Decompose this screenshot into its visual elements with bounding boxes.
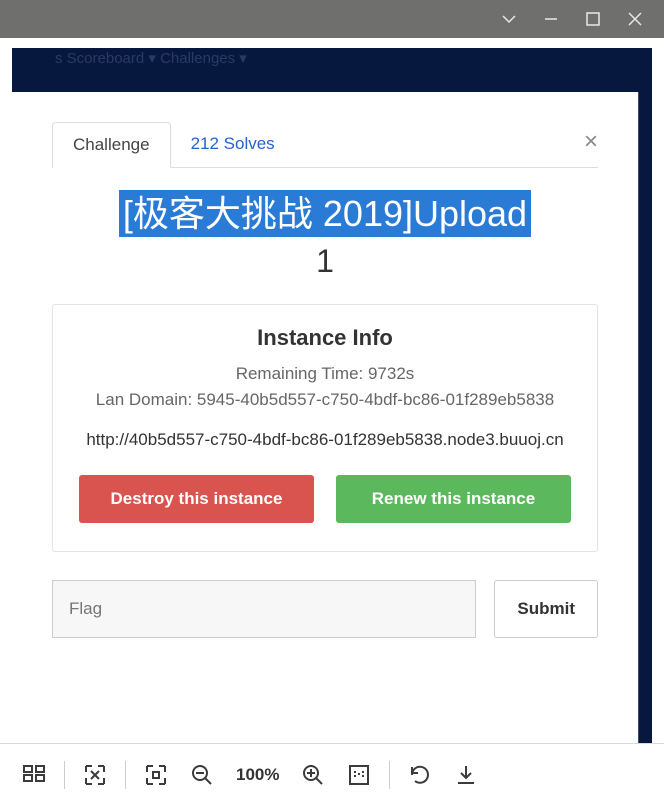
renew-instance-button[interactable]: Renew this instance	[336, 475, 571, 523]
window-dropdown-icon[interactable]	[488, 0, 530, 38]
download-icon[interactable]	[446, 752, 486, 798]
challenge-title-num: 1	[52, 243, 598, 280]
page-side-edge	[638, 92, 652, 743]
zoom-in-icon[interactable]	[293, 752, 333, 798]
challenge-title-selected: [极客大挑战 2019]Upload	[119, 190, 531, 237]
tab-challenge[interactable]: Challenge	[52, 122, 171, 168]
window-minimize-icon[interactable]	[530, 0, 572, 38]
challenge-title: [极客大挑战 2019]Upload 1	[52, 190, 598, 280]
modal-tabs: Challenge 212 Solves ×	[52, 122, 598, 168]
clip-icon[interactable]	[75, 752, 115, 798]
instance-info-card: Instance Info Remaining Time: 9732s Lan …	[52, 304, 598, 552]
window-titlebar	[0, 0, 664, 38]
instance-info-heading: Instance Info	[79, 325, 571, 351]
instance-lan-domain: Lan Domain: 5945-40b5d557-c750-4bdf-bc86…	[79, 387, 571, 413]
separator	[64, 761, 65, 789]
flag-input[interactable]	[52, 580, 476, 638]
close-icon[interactable]: ×	[584, 128, 598, 156]
zoom-out-icon[interactable]	[182, 752, 222, 798]
destroy-instance-button[interactable]: Destroy this instance	[79, 475, 314, 523]
zoom-level: 100%	[228, 765, 287, 785]
thumbnails-icon[interactable]	[14, 752, 54, 798]
page-nav-faint: s Scoreboard ▾ Challenges ▾	[55, 49, 247, 67]
separator	[125, 761, 126, 789]
submit-button[interactable]: Submit	[494, 580, 598, 638]
window-maximize-icon[interactable]	[572, 0, 614, 38]
separator	[389, 761, 390, 789]
viewer-toolbar: 100%	[0, 743, 664, 805]
rotate-icon[interactable]	[400, 752, 440, 798]
tab-solves[interactable]: 212 Solves	[171, 122, 295, 167]
fit-page-icon[interactable]	[136, 752, 176, 798]
instance-remaining-time: Remaining Time: 9732s	[79, 361, 571, 387]
challenge-modal: Challenge 212 Solves × [极客大挑战 2019]Uploa…	[12, 92, 638, 743]
window-close-icon[interactable]	[614, 0, 656, 38]
instance-url: http://40b5d557-c750-4bdf-bc86-01f289eb5…	[79, 426, 571, 455]
actual-size-icon[interactable]	[339, 752, 379, 798]
document-viewport: s Scoreboard ▾ Challenges ▾ Challenge 21…	[0, 38, 664, 743]
